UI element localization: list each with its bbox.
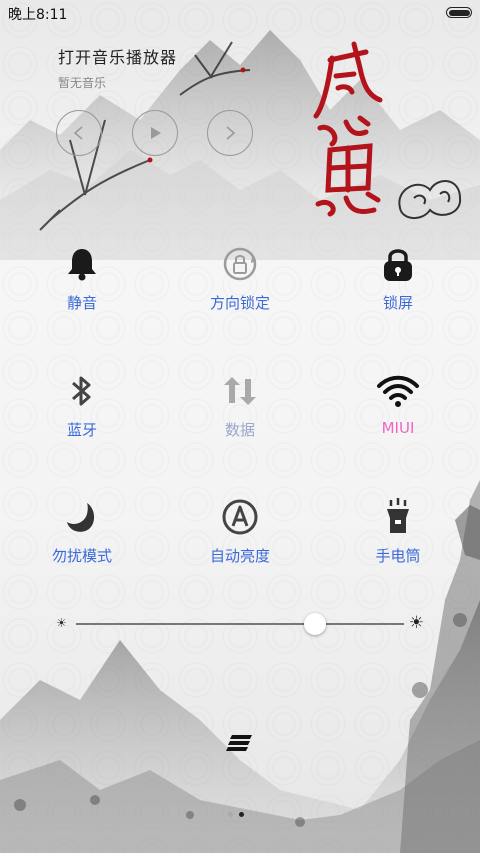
play-button[interactable]: [132, 110, 178, 156]
toggle-label: 手电筒: [375, 547, 421, 565]
status-bar: 晚上8:11: [0, 0, 480, 26]
toggle-mute[interactable]: 静音: [2, 242, 162, 313]
prev-icon: [73, 126, 83, 140]
wifi-icon: [318, 369, 478, 413]
toggle-label: 蓝牙: [66, 421, 97, 439]
toggle-label: 数据: [224, 421, 255, 439]
toggle-auto-brightness[interactable]: 自动亮度: [160, 495, 320, 566]
toggle-label: 勿扰模式: [51, 547, 112, 565]
brightness-slider[interactable]: ☀ ☀: [52, 612, 428, 636]
toggle-lock-screen[interactable]: 锁屏: [318, 242, 478, 313]
toggle-mobile-data[interactable]: 数据: [160, 369, 320, 440]
auto-brightness-icon: [160, 495, 320, 539]
brightness-high-icon: ☀: [408, 613, 424, 633]
previous-button[interactable]: [56, 110, 102, 156]
page-dot-active: [239, 812, 244, 817]
moon-icon: [2, 495, 162, 539]
play-icon: [151, 127, 161, 139]
page-indicator: [228, 812, 244, 817]
music-title[interactable]: 打开音乐播放器: [58, 44, 177, 68]
music-widget[interactable]: 打开音乐播放器 暂无音乐: [58, 44, 177, 91]
bluetooth-icon: [2, 369, 162, 413]
flashlight-icon: [318, 495, 478, 539]
data-icon: [160, 369, 320, 413]
slider-knob[interactable]: [304, 613, 327, 635]
toggle-label: 锁屏: [382, 294, 413, 312]
menu-icon[interactable]: [226, 733, 254, 753]
toggle-label: 静音: [66, 294, 97, 312]
status-time: 晚上8:11: [8, 7, 68, 23]
brightness-low-icon: ☀: [56, 616, 67, 630]
battery-icon: [446, 7, 472, 18]
next-icon: [226, 126, 236, 140]
calligraphy-artwork: [313, 41, 462, 219]
toggle-label: MIUI: [381, 419, 415, 437]
toggle-rotation-lock[interactable]: 方向锁定: [160, 242, 320, 313]
rotation-lock-icon: [160, 242, 320, 286]
toggle-bluetooth[interactable]: 蓝牙: [2, 369, 162, 440]
toggle-do-not-disturb[interactable]: 勿扰模式: [2, 495, 162, 566]
next-button[interactable]: [207, 110, 253, 156]
toggle-flashlight[interactable]: 手电筒: [318, 495, 478, 566]
music-subtitle: 暂无音乐: [58, 76, 107, 90]
page-dot: [228, 812, 233, 817]
slider-track[interactable]: [76, 623, 404, 625]
toggle-label: 自动亮度: [209, 547, 270, 565]
toggle-wifi[interactable]: MIUI: [318, 369, 478, 437]
bell-icon: [2, 242, 162, 286]
lock-icon: [318, 242, 478, 286]
toggle-label: 方向锁定: [209, 294, 270, 312]
